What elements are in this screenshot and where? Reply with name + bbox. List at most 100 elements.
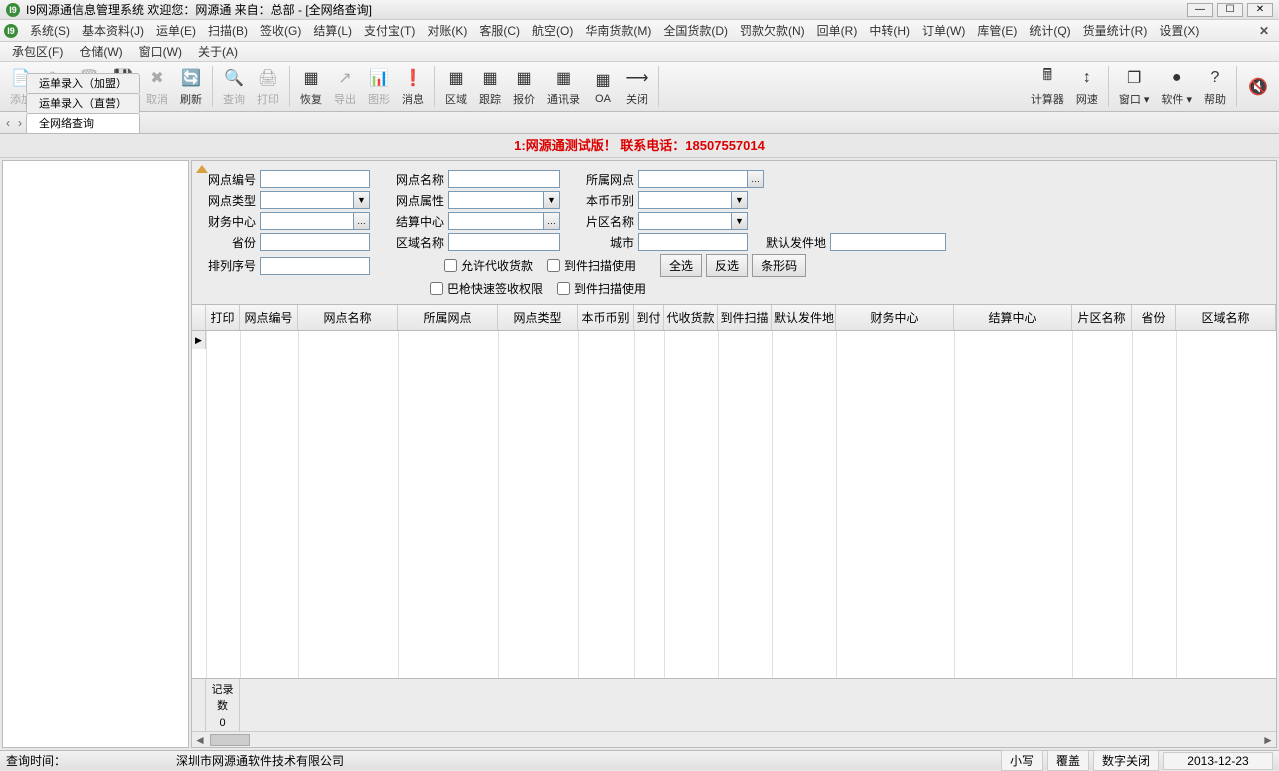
menu-item-16[interactable]: 库管(E) (971, 24, 1023, 38)
menu-item-18[interactable]: 货量统计(R) (1077, 24, 1154, 38)
input-wdmc[interactable] (448, 170, 560, 188)
tool-通讯录[interactable]: ▦通讯录 (541, 62, 586, 111)
horizontal-scrollbar[interactable]: ◄ ► (192, 731, 1276, 747)
tab-nav-prev[interactable]: ‹ (2, 116, 14, 130)
btn-invert[interactable]: 反选 (706, 254, 748, 277)
chk-djsmsy2[interactable]: 到件扫描使用 (557, 280, 646, 297)
menu-item-8[interactable]: 客服(C) (473, 24, 526, 38)
lookup-sswd[interactable]: … (748, 170, 764, 188)
col-到件扫描[interactable]: 到件扫描 (718, 305, 772, 330)
tab-2[interactable]: 全网络查询 (26, 113, 140, 133)
input-cwzx[interactable] (260, 212, 354, 230)
col-片区名称[interactable]: 片区名称 (1072, 305, 1132, 330)
input-qymc[interactable] (448, 233, 560, 251)
mdi-close-button[interactable]: ✕ (1253, 24, 1275, 38)
input-cs[interactable] (638, 233, 748, 251)
col-所属网点[interactable]: 所属网点 (398, 305, 498, 330)
menu-item-4[interactable]: 签收(G) (254, 24, 307, 38)
tab-0[interactable]: 运单录入（加盟） (26, 73, 140, 93)
minimize-button[interactable]: — (1187, 3, 1213, 17)
scroll-thumb[interactable] (210, 734, 250, 746)
tab-nav-next[interactable]: › (14, 116, 26, 130)
menu-item-12[interactable]: 罚款欠款(N) (734, 24, 811, 38)
data-grid[interactable]: 打印网点编号网点名称所属网点网点类型本币币别到付代收货款到件扫描默认发件地财务中… (191, 305, 1277, 748)
tool-关闭[interactable]: ⟶关闭 (620, 62, 654, 111)
tool-网速[interactable]: ↕网速 (1070, 62, 1104, 111)
dd-wdsx[interactable]: ▼ (544, 191, 560, 209)
tool-恢复[interactable]: ▦恢复 (294, 62, 328, 111)
col-网点类型[interactable]: 网点类型 (498, 305, 578, 330)
menu-item-10[interactable]: 华南货款(M) (579, 24, 657, 38)
tool-消息[interactable]: ❗消息 (396, 62, 430, 111)
col-到付[interactable]: 到付 (634, 305, 664, 330)
menu-item-15[interactable]: 订单(W) (916, 24, 971, 38)
scroll-right-icon[interactable]: ► (1260, 733, 1276, 747)
scroll-left-icon[interactable]: ◄ (192, 733, 208, 747)
input-sf[interactable] (260, 233, 370, 251)
col-网点名称[interactable]: 网点名称 (298, 305, 398, 330)
input-wdlx[interactable] (260, 191, 354, 209)
menu-item-19[interactable]: 设置(X) (1153, 24, 1205, 38)
chk-ysdshk[interactable]: 允许代收货款 (444, 257, 533, 274)
menu-item-2[interactable]: 运单(E) (150, 24, 202, 38)
tool-窗口[interactable]: ❐窗口 ▾ (1113, 62, 1156, 111)
tool-报价[interactable]: ▦报价 (507, 62, 541, 111)
menu-item-14[interactable]: 中转(H) (863, 24, 916, 38)
tab-1[interactable]: 运单录入（直营） (26, 93, 140, 113)
menu2-item-2[interactable]: 窗口(W) (131, 45, 190, 59)
tool-OA[interactable]: ▦OA (586, 62, 620, 111)
menu-item-7[interactable]: 对账(K) (421, 24, 473, 38)
maximize-button[interactable]: ☐ (1217, 3, 1243, 17)
dd-pqmc[interactable]: ▼ (732, 212, 748, 230)
dd-bbbb[interactable]: ▼ (732, 191, 748, 209)
tool-跟踪[interactable]: ▦跟踪 (473, 62, 507, 111)
menu-item-1[interactable]: 基本资料(J) (76, 24, 150, 38)
menu-item-0[interactable]: 系统(S) (24, 24, 76, 38)
input-pqmc[interactable] (638, 212, 732, 230)
tool-帮助[interactable]: ?帮助 (1198, 62, 1232, 111)
tool-刷新[interactable]: 🔄刷新 (174, 62, 208, 111)
input-bbbb[interactable] (638, 191, 732, 209)
menu2-item-3[interactable]: 关于(A) (190, 45, 246, 59)
input-wdbh[interactable] (260, 170, 370, 188)
speaker-icon[interactable]: 🔇 (1241, 62, 1275, 111)
chk-djsmsy[interactable]: 到件扫描使用 (547, 257, 636, 274)
col-省份[interactable]: 省份 (1132, 305, 1176, 330)
menu-item-5[interactable]: 结算(L) (307, 24, 358, 38)
col-默认发件地[interactable]: 默认发件地 (772, 305, 836, 330)
grid-body[interactable]: ▶ (192, 331, 1276, 678)
tool-区域[interactable]: ▦区域 (439, 62, 473, 111)
input-sswd[interactable] (638, 170, 748, 188)
input-plxh[interactable] (260, 257, 370, 275)
menu-item-13[interactable]: 回单(R) (811, 24, 864, 38)
col-结算中心[interactable]: 结算中心 (954, 305, 1072, 330)
col-打印[interactable]: 打印 (206, 305, 240, 330)
input-mrfjd[interactable] (830, 233, 946, 251)
btn-select-all[interactable]: 全选 (660, 254, 702, 277)
lookup-jszx[interactable]: … (544, 212, 560, 230)
collapse-icon[interactable] (196, 165, 208, 173)
tool-计算器[interactable]: 🖩计算器 (1025, 62, 1070, 111)
dd-wdlx[interactable]: ▼ (354, 191, 370, 209)
menu-item-9[interactable]: 航空(O) (526, 24, 579, 38)
btn-barcode[interactable]: 条形码 (752, 254, 806, 277)
menu-item-6[interactable]: 支付宝(T) (358, 24, 421, 38)
col-selector[interactable] (192, 305, 206, 330)
col-财务中心[interactable]: 财务中心 (836, 305, 954, 330)
tool-软件[interactable]: ●软件 ▾ (1155, 62, 1198, 111)
input-wdsx[interactable] (448, 191, 544, 209)
menu-item-17[interactable]: 统计(Q) (1023, 24, 1076, 38)
col-区域名称[interactable]: 区域名称 (1176, 305, 1276, 330)
menu2-item-0[interactable]: 承包区(F) (4, 45, 71, 59)
menu-item-3[interactable]: 扫描(B) (202, 24, 254, 38)
menu-item-11[interactable]: 全国货款(D) (657, 24, 734, 38)
lookup-cwzx[interactable]: … (354, 212, 370, 230)
sidebar-tree[interactable] (2, 160, 189, 748)
col-代收货款[interactable]: 代收货款 (664, 305, 718, 330)
col-网点编号[interactable]: 网点编号 (240, 305, 298, 330)
close-button[interactable]: ✕ (1247, 3, 1273, 17)
col-本币币别[interactable]: 本币币别 (578, 305, 634, 330)
chk-bqkssqx[interactable]: 巴枪快速签收权限 (430, 280, 543, 297)
menu2-item-1[interactable]: 仓储(W) (71, 45, 130, 59)
input-jszx[interactable] (448, 212, 544, 230)
